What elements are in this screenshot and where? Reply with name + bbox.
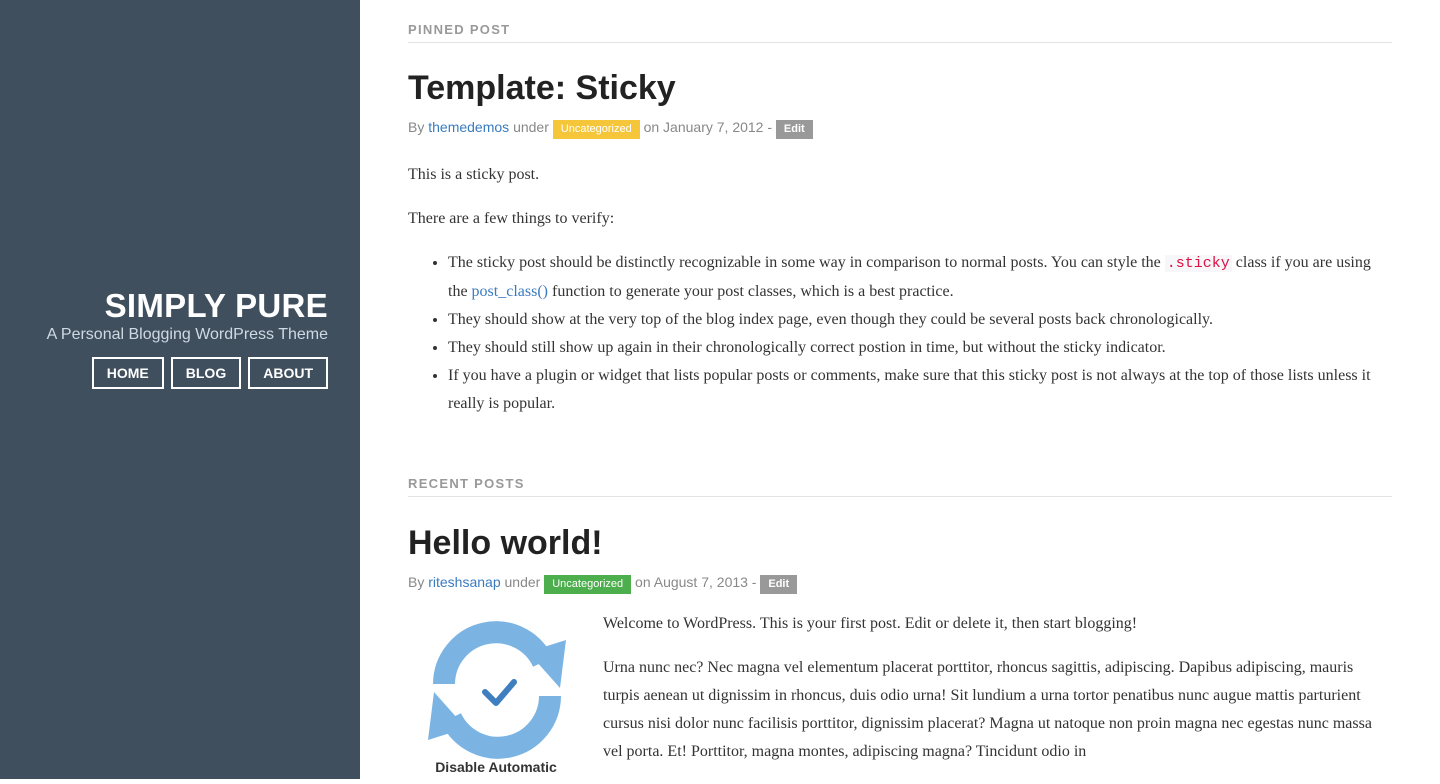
site-branding: SIMPLY PURE A Personal Blogging WordPres… bbox=[47, 286, 328, 344]
author-link[interactable]: themedemos bbox=[428, 119, 509, 135]
post-paragraph: There are a few things to verify: bbox=[408, 210, 615, 227]
post-title-link[interactable]: Template: Sticky bbox=[408, 69, 676, 107]
post-paragraph: Welcome to WordPress. This is your first… bbox=[603, 615, 1138, 632]
recent-post: Hello world! By riteshsanap under Uncate… bbox=[408, 523, 1392, 594]
site-title[interactable]: SIMPLY PURE bbox=[47, 286, 328, 326]
post-title: Hello world! bbox=[408, 523, 1392, 563]
sidebar: SIMPLY PURE A Personal Blogging WordPres… bbox=[0, 0, 360, 779]
post-excerpt: Welcome to WordPress. This is your first… bbox=[603, 610, 1392, 766]
meta-by: By bbox=[408, 119, 425, 135]
recent-section-label: RECENT POSTS bbox=[408, 476, 1392, 497]
pinned-section-label: PINNED POST bbox=[408, 22, 1392, 43]
sticky-code: .sticky bbox=[1164, 255, 1232, 272]
meta-under: under bbox=[513, 119, 549, 135]
meta-date: on January 7, 2012 - bbox=[643, 119, 773, 135]
list-item: If you have a plugin or widget that list… bbox=[448, 362, 1392, 418]
post-meta: By riteshsanap under Uncategorized on Au… bbox=[408, 573, 1392, 594]
list-item: They should show at the very top of the … bbox=[448, 306, 1392, 334]
author-link[interactable]: riteshsanap bbox=[428, 574, 500, 590]
nav-item-home[interactable]: HOME bbox=[91, 357, 164, 389]
list-text: function to generate your post classes, … bbox=[547, 283, 954, 300]
list-item: They should still show up again in their… bbox=[448, 334, 1392, 362]
post-paragraph: Urna nunc nec? Nec magna vel elementum p… bbox=[603, 659, 1372, 760]
post-title-link[interactable]: Hello world! bbox=[408, 524, 603, 562]
post-meta: By themedemos under Uncategorized on Jan… bbox=[408, 118, 1392, 139]
main-nav: HOME BLOG ABOUT bbox=[91, 357, 328, 389]
recent-post-body: Disable Automatic Welcome to WordPress. … bbox=[408, 610, 1392, 779]
edit-button[interactable]: Edit bbox=[760, 575, 798, 594]
post-title: Template: Sticky bbox=[408, 68, 1392, 108]
edit-button[interactable]: Edit bbox=[775, 120, 813, 139]
thumbnail-caption: Disable Automatic bbox=[435, 759, 557, 775]
site-description: A Personal Blogging WordPress Theme bbox=[46, 326, 328, 343]
meta-under: under bbox=[504, 574, 541, 590]
sync-check-icon bbox=[408, 610, 588, 779]
post-list: The sticky post should be distinctly rec… bbox=[408, 249, 1392, 418]
post-paragraph: This is a sticky post. bbox=[408, 166, 540, 183]
post-class-link[interactable]: post_class() bbox=[472, 283, 548, 300]
nav-item-about[interactable]: ABOUT bbox=[248, 357, 328, 389]
list-text: The sticky post should be distinctly rec… bbox=[448, 254, 1165, 271]
pinned-post: Template: Sticky By themedemos under Unc… bbox=[408, 68, 1392, 418]
list-item: The sticky post should be distinctly rec… bbox=[448, 249, 1392, 306]
post-thumbnail[interactable]: Disable Automatic bbox=[408, 610, 588, 779]
nav-item-blog[interactable]: BLOG bbox=[170, 357, 242, 389]
meta-date: on August 7, 2013 - bbox=[635, 574, 757, 590]
meta-by: By bbox=[408, 574, 425, 590]
category-badge[interactable]: Uncategorized bbox=[552, 120, 640, 139]
category-badge[interactable]: Uncategorized bbox=[544, 575, 632, 594]
